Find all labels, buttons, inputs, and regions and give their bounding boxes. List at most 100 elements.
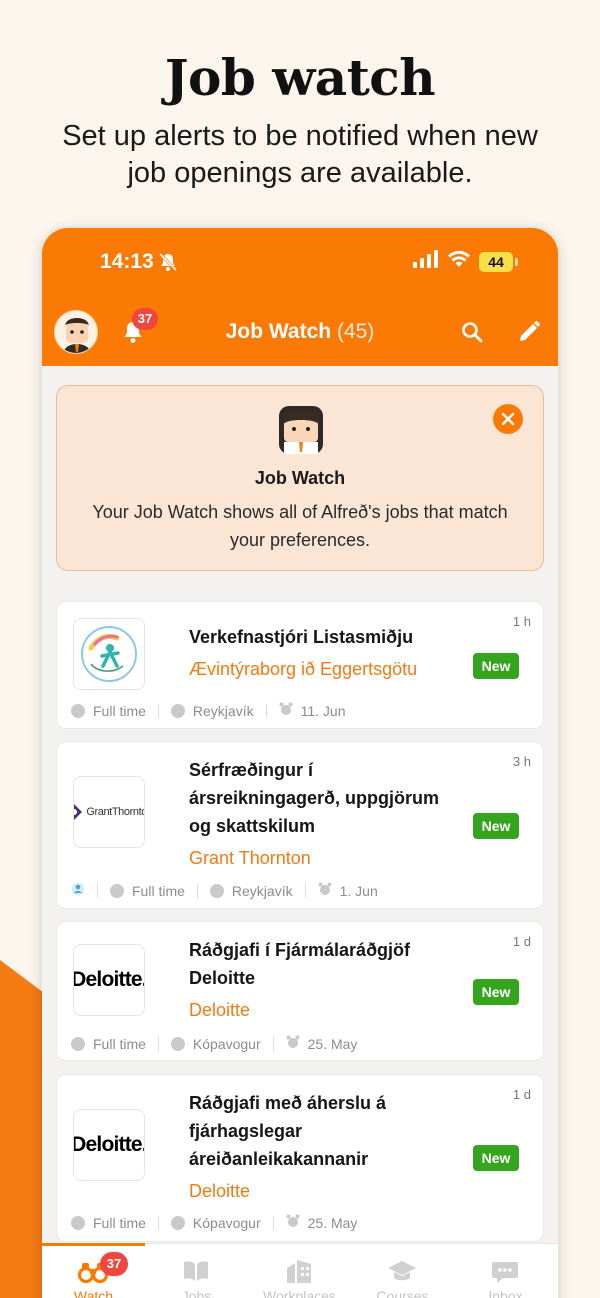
posted-age: 1 h bbox=[512, 614, 531, 629]
tab-workplaces[interactable]: Workplaces bbox=[248, 1244, 351, 1298]
company-logo: Deloitte. bbox=[73, 1109, 145, 1181]
grant-thornton-logo: GrantThornton bbox=[74, 803, 144, 821]
clock-icon bbox=[110, 883, 124, 898]
bottom-tab-bar: 37 Watch Jobs Workplaces Courses Inbox bbox=[42, 1243, 558, 1298]
clock-icon bbox=[71, 703, 85, 718]
job-meta: Full time Kópavogur 25. May bbox=[71, 1035, 357, 1052]
application-deadline: 25. May bbox=[307, 1214, 358, 1231]
deloitte-wordmark: Deloitte. bbox=[73, 1133, 145, 1156]
battery-tip bbox=[515, 257, 518, 266]
tab-courses[interactable]: Courses bbox=[351, 1244, 454, 1298]
promo-headline: Job watch bbox=[164, 48, 436, 107]
job-location: Kópavogur bbox=[192, 1035, 261, 1052]
deloitte-wordmark: Deloitte. bbox=[73, 968, 145, 991]
alarm-clock-icon bbox=[318, 882, 332, 899]
location-pin-icon bbox=[170, 703, 185, 718]
cellular-signal-icon bbox=[413, 250, 439, 273]
tab-label: Inbox bbox=[488, 1288, 523, 1298]
alarm-clock-icon bbox=[286, 1035, 300, 1052]
divider bbox=[157, 703, 159, 718]
alarm-clock-icon bbox=[279, 702, 293, 719]
divider bbox=[272, 1215, 274, 1230]
posted-age: 1 d bbox=[512, 1087, 531, 1102]
job-meta: Full time Kópavogur 25. May bbox=[71, 1214, 357, 1231]
job-card[interactable]: GrantThornton Sérfræðingur í ársreikning… bbox=[56, 741, 544, 909]
grant-thornton-mark-icon bbox=[74, 804, 83, 820]
posted-age: 1 d bbox=[512, 934, 531, 949]
company-name[interactable]: Deloitte bbox=[189, 1181, 250, 1202]
person-icon bbox=[71, 882, 85, 899]
divider bbox=[97, 883, 98, 898]
job-type: Full time bbox=[93, 1214, 146, 1231]
app-header: 14:13 44 37 Job Watch (45) bbox=[42, 228, 558, 366]
divider bbox=[304, 883, 306, 898]
company-name[interactable]: Ævintýraborg ið Eggertsgötu bbox=[189, 659, 417, 680]
tab-watch[interactable]: 37 Watch bbox=[42, 1244, 145, 1298]
close-icon[interactable] bbox=[493, 404, 523, 434]
search-icon[interactable] bbox=[460, 320, 484, 349]
new-badge: New bbox=[473, 813, 519, 839]
job-card[interactable]: Deloitte. Ráðgjafi með áherslu á fjárhag… bbox=[56, 1074, 544, 1242]
company-name[interactable]: Deloitte bbox=[189, 1000, 250, 1021]
application-deadline: 11. Jun bbox=[300, 702, 346, 719]
info-card-title: Job Watch bbox=[254, 468, 346, 488]
clock-icon bbox=[71, 1036, 85, 1051]
promo-subline: Set up alerts to be notified when new jo… bbox=[62, 120, 538, 189]
company-logo bbox=[73, 618, 145, 690]
company-name[interactable]: Grant Thornton bbox=[189, 848, 311, 869]
company-logo: Deloitte. bbox=[73, 944, 145, 1016]
divider bbox=[265, 703, 267, 718]
edit-pencil-icon[interactable] bbox=[517, 320, 541, 349]
new-badge: New bbox=[473, 653, 519, 679]
job-watch-info-card: Job Watch Your Job Watch shows all of Al… bbox=[56, 385, 544, 571]
divider bbox=[157, 1215, 159, 1230]
wifi-icon bbox=[447, 250, 471, 273]
job-meta: Full time Reykjavík 1. Jun bbox=[71, 882, 378, 899]
job-card[interactable]: Deloitte. Ráðgjafi í Fjármálaráðgjöf Del… bbox=[56, 921, 544, 1061]
job-location: Reykjavík bbox=[192, 702, 254, 719]
job-type: Full time bbox=[132, 882, 185, 899]
location-pin-icon bbox=[170, 1215, 185, 1230]
tab-label: Workplaces bbox=[263, 1288, 336, 1298]
job-count: (45) bbox=[336, 320, 375, 343]
building-icon bbox=[284, 1256, 314, 1286]
job-location: Kópavogur bbox=[192, 1214, 261, 1231]
job-type: Full time bbox=[93, 1035, 146, 1052]
posted-age: 3 h bbox=[512, 754, 531, 769]
new-badge: New bbox=[473, 1145, 519, 1171]
tab-label: Jobs bbox=[181, 1288, 212, 1298]
location-pin-icon bbox=[170, 1036, 185, 1051]
job-title: Sérfræðingur í ársreikningagerð, uppgjör… bbox=[189, 760, 440, 836]
phone-screen: 14:13 44 37 Job Watch (45) Job Watch You… bbox=[42, 228, 558, 1298]
chat-bubble-icon bbox=[490, 1256, 520, 1286]
job-card[interactable]: Verkefnastjóri Listasmiðju Ævintýraborg … bbox=[56, 601, 544, 729]
aevintyraborg-logo-icon bbox=[81, 626, 137, 682]
tab-label: Courses bbox=[376, 1288, 429, 1298]
watch-count-badge: 37 bbox=[100, 1252, 128, 1276]
divider bbox=[272, 1036, 274, 1051]
job-type: Full time bbox=[93, 702, 146, 719]
application-deadline: 25. May bbox=[307, 1035, 358, 1052]
page-title-text: Job Watch bbox=[225, 320, 332, 343]
application-deadline: 1. Jun bbox=[339, 882, 378, 899]
status-indicators: 44 bbox=[413, 250, 518, 273]
info-card-text: Your Job Watch shows all of Alfreð's job… bbox=[92, 502, 508, 550]
job-location: Reykjavík bbox=[231, 882, 293, 899]
grant-thornton-wordmark: GrantThornton bbox=[86, 806, 144, 818]
job-title: Ráðgjafi í Fjármálaráðgjöf Deloitte bbox=[189, 940, 411, 988]
tab-label: Watch bbox=[73, 1288, 114, 1298]
clock-icon bbox=[71, 1215, 85, 1230]
location-pin-icon bbox=[209, 883, 224, 898]
battery-indicator: 44 bbox=[479, 251, 513, 272]
graduation-cap-icon bbox=[387, 1256, 417, 1286]
job-title: Verkefnastjóri Listasmiðju bbox=[189, 627, 414, 647]
divider bbox=[196, 883, 198, 898]
tab-inbox[interactable]: Inbox bbox=[454, 1244, 557, 1298]
book-icon bbox=[181, 1256, 211, 1286]
divider bbox=[157, 1036, 159, 1051]
job-title: Ráðgjafi með áherslu á fjárhagslegar áre… bbox=[189, 1093, 387, 1169]
job-meta: Full time Reykjavík 11. Jun bbox=[71, 702, 345, 719]
silent-bell-icon bbox=[158, 252, 178, 277]
new-badge: New bbox=[473, 979, 519, 1005]
tab-jobs[interactable]: Jobs bbox=[145, 1244, 248, 1298]
